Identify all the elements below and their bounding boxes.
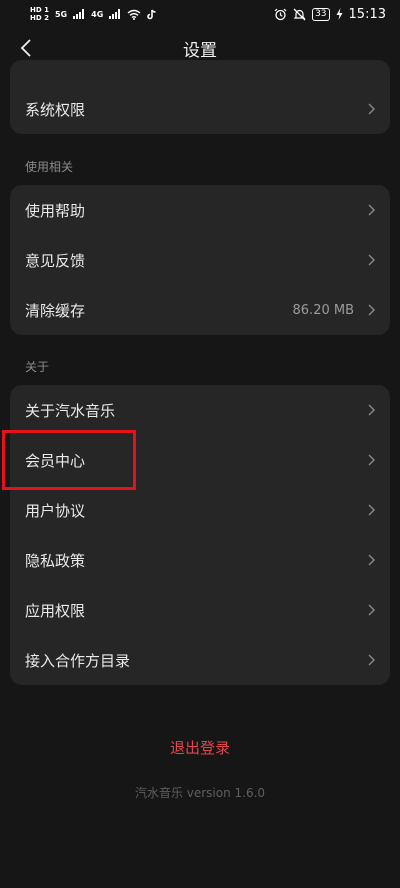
- row-label: 意见反馈: [25, 251, 86, 270]
- row-clear-cache[interactable]: 清除缓存 86.20 MB: [10, 285, 390, 335]
- hd-indicator: HD 1 HD 2: [30, 6, 49, 22]
- chevron-right-icon: [366, 253, 376, 267]
- back-button[interactable]: [14, 36, 38, 60]
- charging-icon: [336, 8, 343, 20]
- status-bar: HD 1 HD 2 5G 4G 33 15:13: [0, 0, 400, 28]
- row-partner-directory[interactable]: 接入合作方目录: [10, 635, 390, 685]
- logout-button[interactable]: 退出登录: [0, 737, 400, 758]
- signal-4g: 4G: [91, 9, 104, 19]
- mute-bell-icon: [293, 8, 306, 20]
- row-about-app[interactable]: 关于汽水音乐: [10, 385, 390, 435]
- signal-bars-icon-2: [109, 9, 121, 19]
- row-label: 用户协议: [25, 501, 86, 520]
- row-feedback[interactable]: 意见反馈: [10, 235, 390, 285]
- row-privacy-policy[interactable]: 隐私政策: [10, 535, 390, 585]
- row-label: 使用帮助: [25, 201, 86, 220]
- wifi-icon: [127, 9, 141, 20]
- chevron-right-icon: [366, 203, 376, 217]
- hd1-label: HD 1: [30, 6, 49, 14]
- chevron-right-icon: [366, 453, 376, 467]
- chevron-right-icon: [366, 603, 376, 617]
- row-label: 应用权限: [25, 601, 86, 620]
- status-right: 33 15:13: [274, 7, 386, 22]
- row-label: 隐私政策: [25, 551, 86, 570]
- row-label: 关于汽水音乐: [25, 401, 116, 420]
- row-system-permissions[interactable]: 系统权限: [10, 84, 390, 134]
- hd2-label: HD 2: [30, 14, 49, 22]
- row-label: 系统权限: [25, 100, 86, 119]
- signal-5g: 5G: [54, 9, 68, 19]
- chevron-right-icon: [366, 102, 376, 116]
- alarm-icon: [274, 8, 287, 20]
- row-user-agreement[interactable]: 用户协议: [10, 485, 390, 535]
- system-card: 系统权限: [10, 60, 390, 134]
- cache-size-value: 86.20 MB: [292, 302, 354, 318]
- signal-bars-icon: [73, 9, 85, 19]
- settings-screen: HD 1 HD 2 5G 4G 33 15:13 设置 系统权限 使用相关 使用…: [0, 0, 400, 888]
- row-label: 接入合作方目录: [25, 651, 131, 670]
- section-label-usage: 使用相关: [25, 160, 74, 174]
- status-time: 15:13: [348, 6, 386, 22]
- battery-indicator: 33: [312, 7, 330, 21]
- section-label-about: 关于: [25, 360, 50, 374]
- chevron-right-icon: [366, 303, 376, 317]
- highlight-box: [2, 430, 136, 490]
- chevron-left-icon: [20, 39, 31, 57]
- page-title: 设置: [183, 40, 217, 61]
- chevron-right-icon: [366, 403, 376, 417]
- chevron-right-icon: [366, 503, 376, 517]
- row-help[interactable]: 使用帮助: [10, 185, 390, 235]
- chevron-right-icon: [366, 553, 376, 567]
- row-app-permissions[interactable]: 应用权限: [10, 585, 390, 635]
- row-label: 清除缓存: [25, 301, 86, 320]
- tiktok-notification-icon: [147, 9, 156, 19]
- chevron-right-icon: [366, 653, 376, 667]
- usage-card: 使用帮助 意见反馈 清除缓存 86.20 MB: [10, 185, 390, 335]
- status-left: HD 1 HD 2 5G 4G: [30, 6, 157, 22]
- version-text: 汽水音乐 version 1.6.0: [134, 786, 266, 800]
